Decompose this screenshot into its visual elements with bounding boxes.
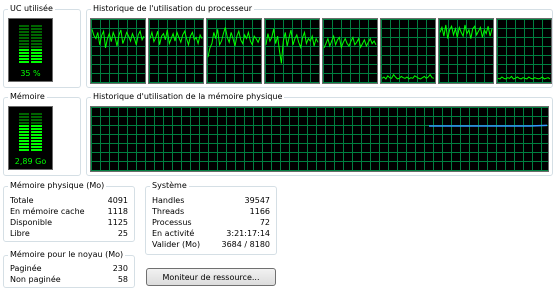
- memory-history-graph: [90, 106, 549, 172]
- system-row-uptime: En activité 3:21:17:14: [152, 228, 270, 239]
- meter-segment: [19, 140, 42, 142]
- stat-value: 3:21:17:14: [226, 229, 270, 238]
- cpu-core-graph: [90, 18, 146, 84]
- memory-title: Mémoire: [8, 92, 47, 102]
- physical-memory-group: Mémoire physique (Mo) Totale 4091 En mém…: [3, 181, 135, 242]
- meter-segment: [19, 46, 42, 48]
- cpu-core-graph: [206, 18, 262, 84]
- stat-value: 1166: [249, 207, 270, 216]
- memory-history-group: Historique d'utilisation de la mémoire p…: [86, 92, 553, 176]
- meter-segment: [19, 34, 42, 36]
- stat-label: Libre: [10, 229, 30, 238]
- physical-memory-title: Mémoire physique (Mo): [8, 181, 107, 191]
- meter-segment: [19, 131, 42, 133]
- stat-label: Paginée: [10, 264, 42, 273]
- meter-segment: [19, 43, 42, 45]
- physical-row-free: Libre 25: [10, 228, 128, 239]
- system-row-handles: Handles 39547: [152, 195, 270, 206]
- meter-segment: [19, 137, 42, 139]
- cpu-history-group: Historique de l'utilisation du processeu…: [86, 4, 553, 88]
- memory-meter: 2,89 Go: [8, 106, 53, 170]
- cpu-meter-bars: [19, 25, 42, 65]
- stat-value: 58: [117, 275, 128, 284]
- stat-label: Disponible: [10, 218, 53, 227]
- memory-history-title: Historique d'utilisation de la mémoire p…: [91, 92, 285, 102]
- physical-row-total: Totale 4091: [10, 195, 128, 206]
- meter-segment: [19, 143, 42, 145]
- cpu-usage-group: UC utilisée 35 %: [3, 4, 81, 88]
- meter-segment: [19, 116, 42, 118]
- kernel-memory-group: Mémoire pour le noyau (Mo) Paginée 230 N…: [3, 250, 135, 288]
- cpu-usage-title: UC utilisée: [8, 4, 55, 14]
- stat-value: 72: [259, 218, 270, 227]
- meter-segment: [19, 40, 42, 42]
- meter-segment: [19, 28, 42, 30]
- meter-segment: [19, 125, 42, 127]
- stat-label: En activité: [152, 229, 195, 238]
- stat-label: Threads: [152, 207, 185, 216]
- cpu-usage-meter: 35 %: [8, 18, 53, 82]
- stat-value: 25: [117, 229, 128, 238]
- kernel-row-nonpaged: Non paginée 58: [10, 274, 128, 285]
- system-row-threads: Threads 1166: [152, 206, 270, 217]
- stat-value: 1118: [107, 207, 128, 216]
- cpu-core-graph: [322, 18, 378, 84]
- kernel-row-paged: Paginée 230: [10, 263, 128, 274]
- stat-value: 39547: [244, 196, 270, 205]
- stat-label: Valider (Mo): [152, 240, 201, 249]
- meter-segment: [19, 119, 42, 121]
- cpu-core-graph: [264, 18, 320, 84]
- stat-label: En mémoire cache: [10, 207, 85, 216]
- memory-group: Mémoire 2,89 Go: [3, 92, 81, 176]
- cpu-history-title: Historique de l'utilisation du processeu…: [91, 4, 255, 14]
- stat-label: Totale: [10, 196, 34, 205]
- stat-label: Processus: [152, 218, 192, 227]
- meter-segment: [19, 146, 42, 148]
- meter-segment: [19, 134, 42, 136]
- system-row-processes: Processus 72: [152, 217, 270, 228]
- meter-segment: [19, 55, 42, 57]
- physical-row-available: Disponible 1125: [10, 217, 128, 228]
- memory-meter-bars: [19, 113, 42, 153]
- kernel-memory-title: Mémoire pour le noyau (Mo): [8, 250, 126, 260]
- memory-value: 2,89 Go: [14, 157, 47, 166]
- meter-segment: [19, 52, 42, 54]
- system-row-commit: Valider (Mo) 3684 / 8180: [152, 239, 270, 250]
- meter-segment: [19, 149, 42, 151]
- stat-value: 4091: [107, 196, 128, 205]
- meter-segment: [19, 113, 42, 115]
- meter-segment: [19, 37, 42, 39]
- stat-label: Handles: [152, 196, 185, 205]
- meter-segment: [19, 31, 42, 33]
- cpu-core-graph: [380, 18, 436, 84]
- stat-value: 230: [112, 264, 128, 273]
- cpu-core-graph: [148, 18, 204, 84]
- physical-row-cached: En mémoire cache 1118: [10, 206, 128, 217]
- memory-series-line: [429, 124, 548, 127]
- cpu-core-graph: [438, 18, 494, 84]
- resource-monitor-button[interactable]: Moniteur de ressource...: [146, 268, 276, 286]
- cpu-usage-value: 35 %: [20, 69, 41, 78]
- cpu-core-graph: [496, 18, 552, 84]
- stat-label: Non paginée: [10, 275, 61, 284]
- meter-segment: [19, 61, 42, 63]
- meter-segment: [19, 58, 42, 60]
- meter-segment: [19, 122, 42, 124]
- stat-value: 1125: [107, 218, 128, 227]
- meter-segment: [19, 128, 42, 130]
- meter-segment: [19, 25, 42, 27]
- stat-value: 3684 / 8180: [221, 240, 271, 249]
- system-title: Système: [150, 181, 189, 191]
- meter-segment: [19, 49, 42, 51]
- system-group: Système Handles 39547 Threads 1166 Proce…: [145, 181, 277, 255]
